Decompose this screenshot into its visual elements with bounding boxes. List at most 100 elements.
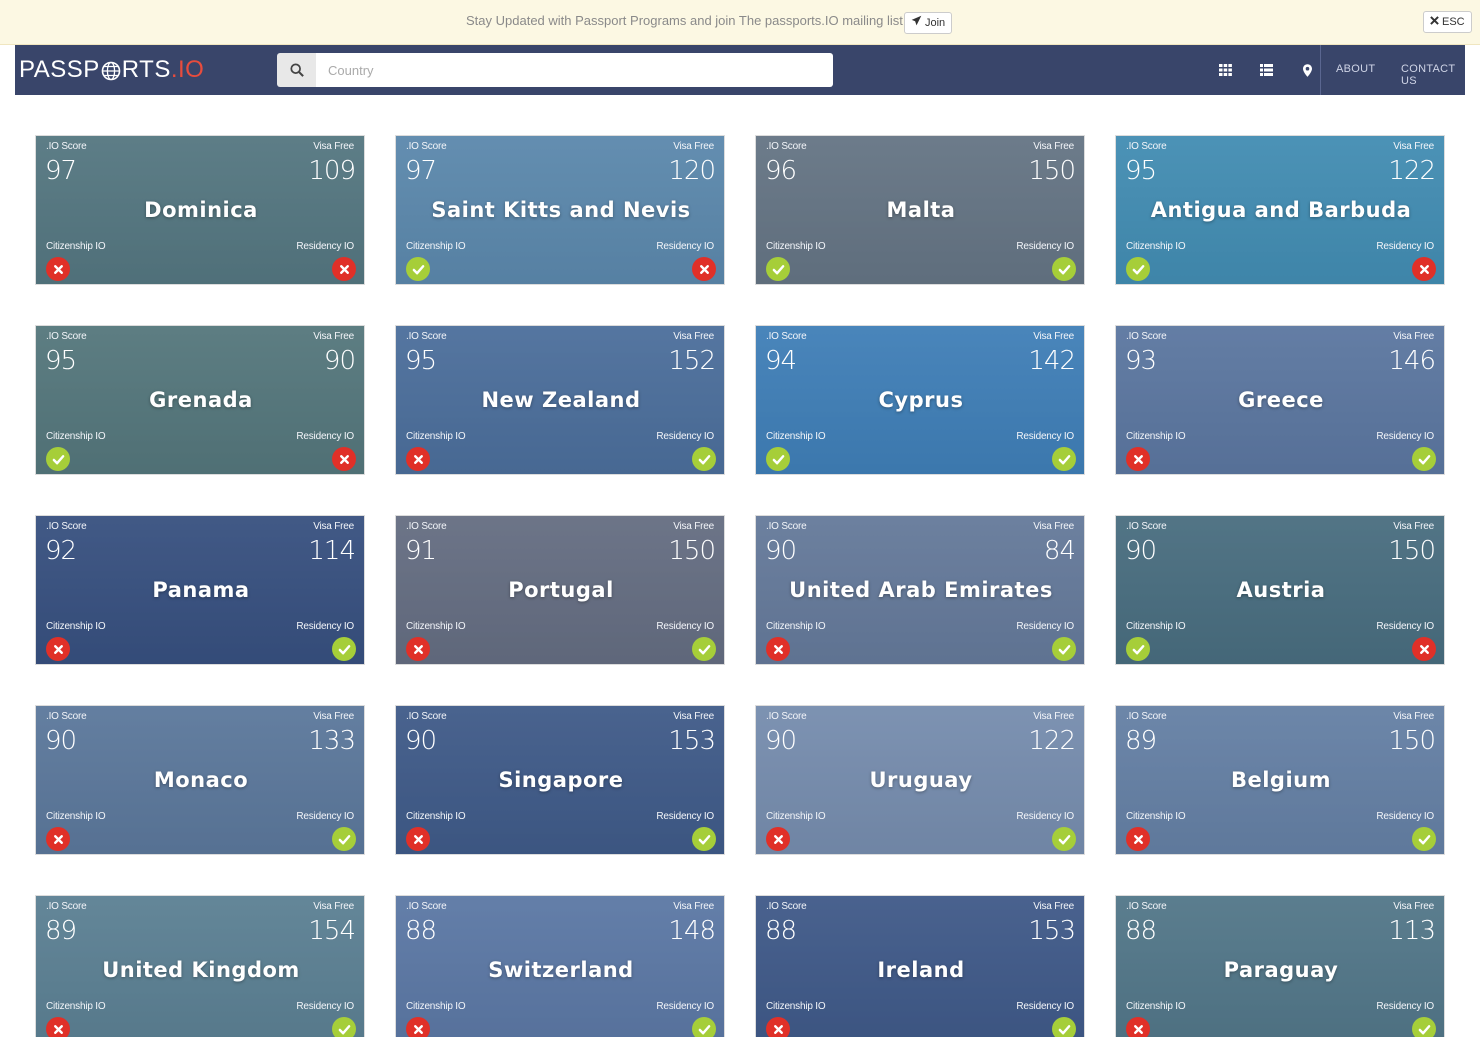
country-card[interactable]: .IO Score Visa Free 90 150 Austria Citizenshi… [1115,515,1445,665]
visa-free-value: 122 [1028,726,1076,756]
country-name: Cyprus [878,388,964,412]
country-card[interactable]: .IO Score Visa Free 95 90 Grenada Citizenship… [35,325,365,475]
io-score-label: .IO Score [46,521,87,532]
io-score-value: 92 [45,536,77,566]
citizenship-label: Citizenship IO [406,431,466,442]
citizenship-cross-icon [406,447,430,471]
grid-view-icon[interactable] [1205,45,1246,95]
citizenship-label: Citizenship IO [766,1001,826,1012]
io-score-label: .IO Score [406,521,447,532]
logo-text-io: .IO [170,56,205,83]
search-icon[interactable] [277,53,316,87]
country-card[interactable]: .IO Score Visa Free 88 113 Paraguay Citizensh… [1115,895,1445,1037]
residency-check-icon [1052,1017,1076,1037]
io-score-value: 88 [1125,916,1157,946]
map-marker-icon[interactable] [1287,45,1328,95]
country-name: Paraguay [1223,958,1339,982]
io-score-value: 95 [45,346,77,376]
search-bar [277,53,833,87]
citizenship-cross-icon [406,1017,430,1037]
country-card[interactable]: .IO Score Visa Free 88 153 Ireland Citizenshi… [755,895,1085,1037]
country-card[interactable]: .IO Score Visa Free 93 146 Greece Citizenship… [1115,325,1445,475]
residency-label: Residency IO [1376,431,1434,442]
residency-check-icon [332,1017,356,1037]
citizenship-cross-icon [1126,447,1150,471]
esc-button[interactable]: ESC [1423,11,1472,33]
citizenship-label: Citizenship IO [766,431,826,442]
citizenship-label: Citizenship IO [406,1001,466,1012]
visa-free-label: Visa Free [673,141,714,152]
site-logo[interactable]: PASSP RTS .IO [19,56,204,84]
citizenship-label: Citizenship IO [406,241,466,252]
residency-check-icon [332,827,356,851]
country-card[interactable]: .IO Score Visa Free 96 150 Malta Citizenship … [755,135,1085,285]
country-name: United Arab Emirates [789,578,1053,602]
country-name: Uruguay [869,768,973,792]
io-score-label: .IO Score [766,901,807,912]
io-score-label: .IO Score [406,901,447,912]
residency-label: Residency IO [1016,811,1074,822]
country-card[interactable]: .IO Score Visa Free 97 109 Dominica Citizensh… [35,135,365,285]
visa-free-value: 120 [668,156,716,186]
io-score-label: .IO Score [1126,711,1167,722]
country-name: Dominica [144,198,258,222]
country-card[interactable]: .IO Score Visa Free 90 122 Uruguay Citizenshi… [755,705,1085,855]
country-card[interactable]: .IO Score Visa Free 94 142 Cyprus Citizenship… [755,325,1085,475]
io-score-label: .IO Score [766,331,807,342]
citizenship-cross-icon [766,637,790,661]
visa-free-label: Visa Free [1033,711,1074,722]
visa-free-value: 114 [308,536,356,566]
residency-label: Residency IO [296,431,354,442]
io-score-value: 95 [1125,156,1157,186]
visa-free-value: 84 [1043,536,1076,566]
citizenship-cross-icon [46,1017,70,1037]
citizenship-label: Citizenship IO [406,811,466,822]
list-view-icon[interactable] [1246,45,1287,95]
visa-free-value: 148 [668,916,716,946]
citizenship-cross-icon [46,827,70,851]
citizenship-cross-icon [406,827,430,851]
citizenship-label: Citizenship IO [766,621,826,632]
residency-check-icon [332,637,356,661]
io-score-label: .IO Score [406,141,447,152]
residency-label: Residency IO [1016,621,1074,632]
country-name: New Zealand [481,388,641,412]
io-score-value: 90 [765,726,797,756]
country-card[interactable]: .IO Score Visa Free 90 84 United Arab Emirat… [755,515,1085,665]
residency-label: Residency IO [1376,811,1434,822]
nav-about-link[interactable]: ABOUT [1336,63,1375,75]
join-button[interactable]: Join [904,12,953,34]
visa-free-label: Visa Free [313,521,354,532]
country-card[interactable]: .IO Score Visa Free 91 150 Portugal Citizensh… [395,515,725,665]
country-search-input[interactable] [316,53,833,87]
country-grid: .IO Score Visa Free 97 109 Dominica Citizensh… [35,135,1445,1037]
io-score-value: 97 [405,156,437,186]
io-score-label: .IO Score [46,901,87,912]
visa-free-label: Visa Free [1393,141,1434,152]
citizenship-label: Citizenship IO [1126,1001,1186,1012]
io-score-value: 97 [45,156,77,186]
residency-label: Residency IO [656,621,714,632]
country-card[interactable]: .IO Score Visa Free 95 152 New Zealand Citize… [395,325,725,475]
country-card[interactable]: .IO Score Visa Free 92 114 Panama Citizenship… [35,515,365,665]
country-card[interactable]: .IO Score Visa Free 90 133 Monaco Citizenship… [35,705,365,855]
citizenship-check-icon [406,257,430,281]
notice-text: Stay Updated with Passport Programs and … [466,13,907,28]
citizenship-cross-icon [46,257,70,281]
citizenship-check-icon [766,257,790,281]
citizenship-label: Citizenship IO [1126,621,1186,632]
country-card[interactable]: .IO Score Visa Free 89 150 Belgium Citizenshi… [1115,705,1445,855]
country-card[interactable]: .IO Score Visa Free 97 120 Saint Kitts and N… [395,135,725,285]
visa-free-value: 154 [308,916,356,946]
visa-free-value: 150 [1388,536,1436,566]
io-score-label: .IO Score [406,711,447,722]
nav-contact-link[interactable]: CONTACT US [1401,63,1465,87]
country-card[interactable]: .IO Score Visa Free 95 122 Antigua and Barbu… [1115,135,1445,285]
view-switcher [1205,45,1328,95]
country-card[interactable]: .IO Score Visa Free 88 148 Switzerland Citize… [395,895,725,1037]
country-card[interactable]: .IO Score Visa Free 89 154 United Kingdom Cit… [35,895,365,1037]
citizenship-label: Citizenship IO [766,811,826,822]
io-score-value: 95 [405,346,437,376]
io-score-label: .IO Score [46,711,87,722]
country-card[interactable]: .IO Score Visa Free 90 153 Singapore Citizens… [395,705,725,855]
